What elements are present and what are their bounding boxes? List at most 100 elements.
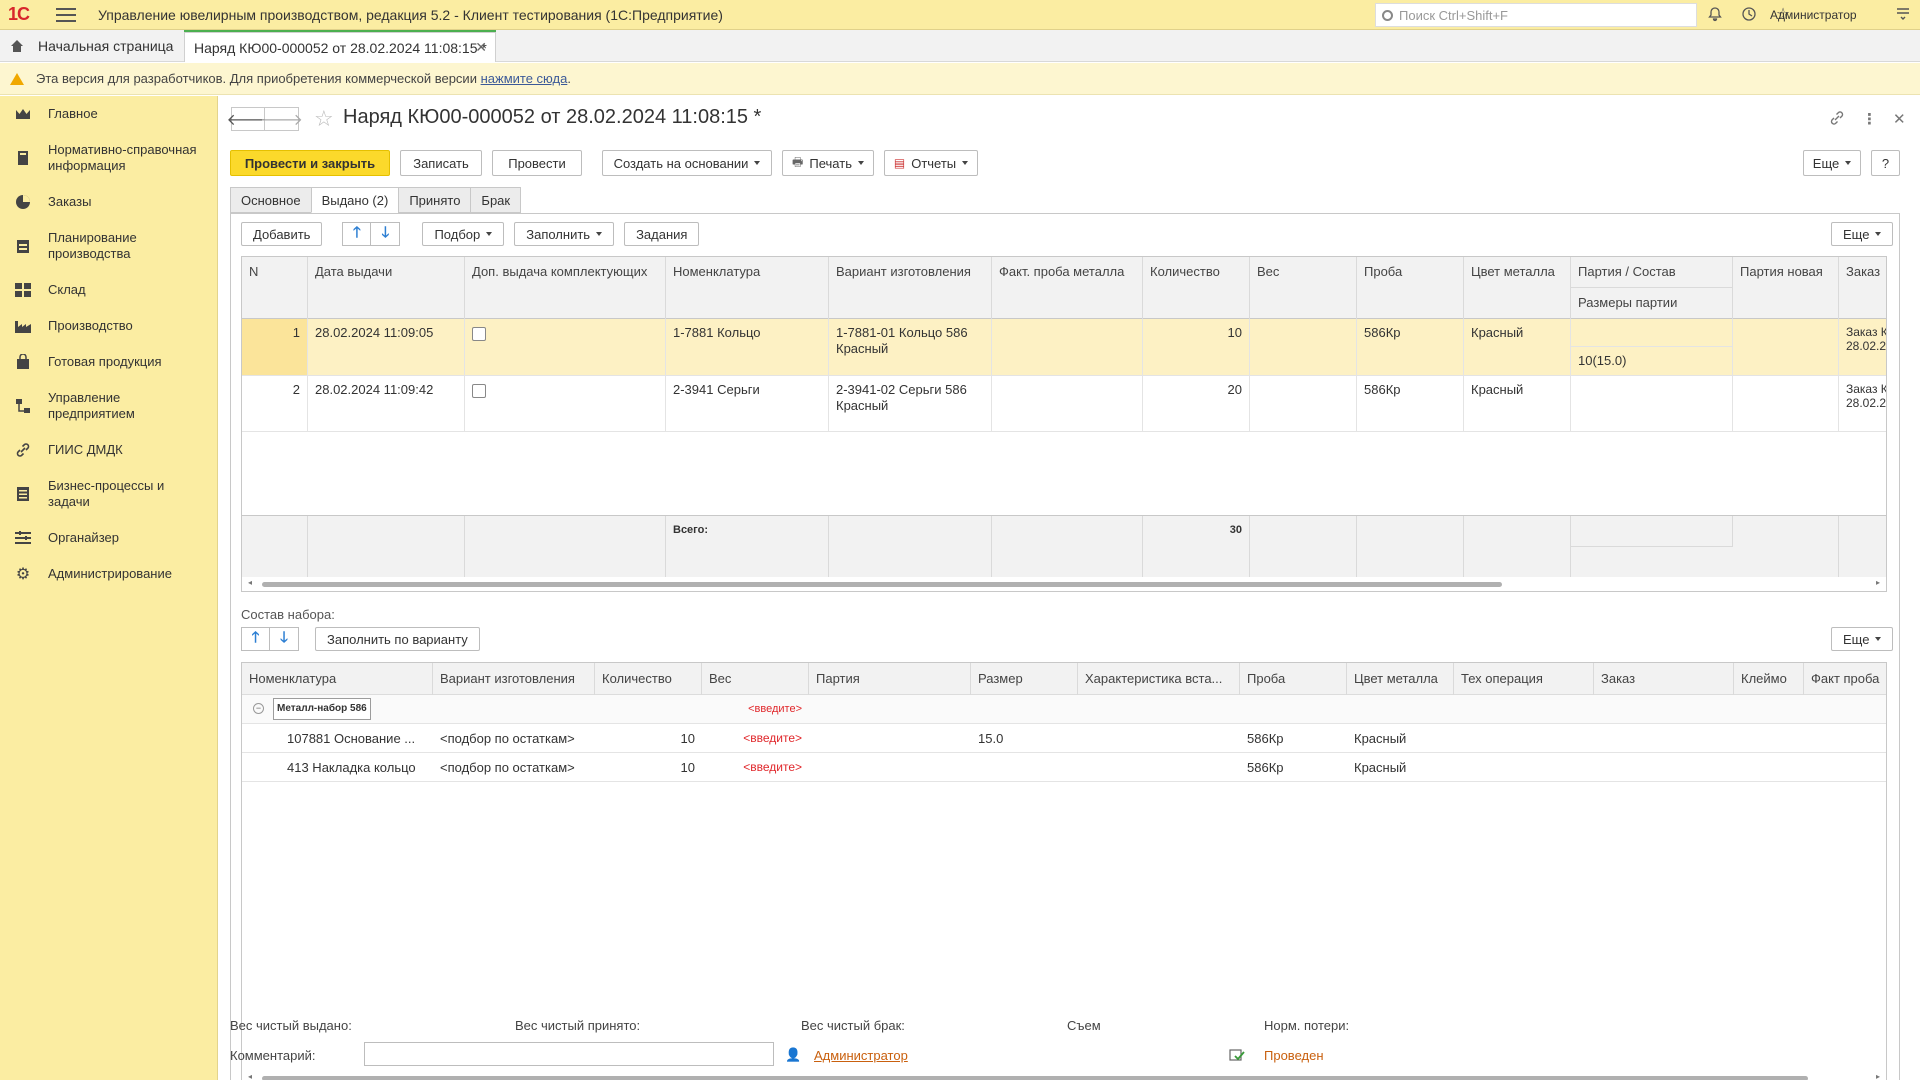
column-header[interactable]: Партия новая (1733, 257, 1839, 319)
horizontal-scrollbar[interactable]: ◂ ▸ (242, 577, 1886, 591)
forward-arrow-icon[interactable]: 🡒 (260, 107, 303, 131)
column-header[interactable]: Характеристика вста... (1078, 663, 1240, 695)
group-row[interactable]: − Металл-набор 586 <введите> (242, 695, 1886, 724)
column-header[interactable]: Дата выдачи (308, 257, 465, 319)
print-button[interactable]: 🖶 Печать (782, 150, 874, 176)
column-header[interactable]: Заказ (1839, 257, 1886, 319)
help-button[interactable]: ? (1871, 150, 1900, 176)
history-icon[interactable] (1740, 6, 1758, 24)
scroll-thumb[interactable] (262, 1076, 1808, 1080)
column-header[interactable]: Проба (1357, 257, 1464, 319)
report-icon: ▤ (893, 156, 906, 170)
menu-icon[interactable] (56, 7, 76, 22)
sidebar-item-main[interactable]: Главное (0, 106, 218, 122)
tab-main[interactable]: Основное (230, 187, 312, 213)
scroll-left-icon[interactable]: ◂ (248, 578, 252, 587)
move-up-icon[interactable]: 🡑 (241, 627, 270, 651)
fill-by-variant-button[interactable]: Заполнить по варианту (315, 627, 480, 651)
list-item[interactable]: 413 Накладка кольцо <подбор по остаткам>… (242, 753, 1886, 782)
more-vertical-icon[interactable]: ⋮ (1862, 110, 1877, 128)
column-header[interactable]: Вес (1250, 257, 1357, 319)
link-icon[interactable] (1829, 110, 1845, 130)
close-icon[interactable]: ✕ (475, 39, 487, 56)
column-header[interactable]: Проба (1240, 663, 1347, 695)
notice-link[interactable]: нажмите сюда (481, 71, 568, 86)
sidebar-item-business-processes[interactable]: Бизнес-процессы и задачи (0, 478, 218, 510)
sidebar-item-orders[interactable]: Заказы (0, 194, 218, 210)
tab-home[interactable]: Начальная страница (0, 30, 173, 62)
pick-button[interactable]: Подбор (422, 222, 505, 246)
column-header[interactable]: Клеймо (1734, 663, 1804, 695)
column-header[interactable]: N (242, 257, 308, 319)
search-input[interactable]: Поиск Ctrl+Shift+F (1375, 3, 1697, 27)
tab-document[interactable]: Наряд КЮ00-000052 от 28.02.2024 11:08:15… (184, 30, 496, 63)
column-header[interactable]: Доп. выдача комплектующих (465, 257, 666, 319)
column-header[interactable]: Вес (702, 663, 809, 695)
component-weight[interactable]: <введите> (702, 724, 809, 752)
save-button[interactable]: Записать (400, 150, 482, 176)
move-up-icon[interactable]: 🡑 (342, 222, 372, 246)
more-button[interactable]: Еще (1803, 150, 1861, 176)
sidebar-item-giis[interactable]: ГИИС ДМДК (0, 442, 218, 458)
settings-menu-icon[interactable] (1894, 6, 1912, 24)
column-header[interactable]: Партия (809, 663, 971, 695)
bell-icon[interactable] (1706, 6, 1724, 24)
column-header[interactable]: Количество (595, 663, 702, 695)
sidebar-item-enterprise[interactable]: Управление предприятием (0, 390, 218, 422)
post-button[interactable]: Провести (492, 150, 582, 176)
table-more-button[interactable]: Еще (1831, 222, 1894, 246)
column-header[interactable]: Факт. проба металла (992, 257, 1143, 319)
sidebar-item-administration[interactable]: ⚙ Администрирование (0, 566, 218, 583)
list-item[interactable]: 107881 Основание ... <подбор по остаткам… (242, 724, 1886, 753)
favorite-star-icon[interactable]: ☆ (314, 106, 334, 132)
fill-button[interactable]: Заполнить (514, 222, 615, 246)
current-user[interactable]: Администратор (1770, 8, 1857, 22)
column-header[interactable]: Номенклатура (666, 257, 829, 319)
add-button[interactable]: Добавить (241, 222, 323, 246)
column-header[interactable]: Вариант изготовления (829, 257, 992, 319)
column-header[interactable]: Номенклатура (242, 663, 433, 695)
table-row[interactable]: 1 28.02.2024 11:09:05 1-7881 Кольцо 1-78… (242, 319, 1886, 376)
tab-issued[interactable]: Выдано (2) (310, 187, 400, 213)
column-header[interactable]: Количество (1143, 257, 1250, 319)
component-weight[interactable]: <введите> (702, 753, 809, 781)
sidebar-item-reference[interactable]: Нормативно-справочная информация (0, 142, 218, 174)
scroll-left-icon[interactable]: ◂ (248, 1072, 252, 1080)
sidebar-item-planning[interactable]: Планирование производства (0, 230, 218, 262)
sidebar-item-finished-goods[interactable]: Готовая продукция (0, 354, 218, 370)
sidebar-item-organizer[interactable]: Органайзер (0, 530, 218, 546)
column-header[interactable]: Вариант изготовления (433, 663, 595, 695)
column-header[interactable]: Цвет металла (1347, 663, 1454, 695)
extra-issue-checkbox[interactable] (472, 327, 486, 341)
column-header[interactable]: Цвет металла (1464, 257, 1571, 319)
comment-input[interactable] (364, 1042, 774, 1066)
tab-received[interactable]: Принято (398, 187, 472, 213)
group-weight[interactable]: <введите> (702, 695, 809, 723)
scroll-right-icon[interactable]: ▸ (1876, 1072, 1880, 1080)
tasks-button[interactable]: Задания (624, 222, 700, 246)
column-header[interactable]: Размер (971, 663, 1078, 695)
horizontal-scrollbar[interactable]: ◂ ▸ (242, 1071, 1886, 1080)
sidebar-item-warehouse[interactable]: Склад (0, 282, 218, 298)
chevron-down-icon (486, 232, 493, 236)
collapse-icon[interactable]: − (253, 703, 264, 714)
table-row[interactable]: 2 28.02.2024 11:09:42 2-3941 Серьги 2-39… (242, 376, 1886, 432)
column-header[interactable]: Размеры партии (1571, 288, 1733, 319)
column-header[interactable]: Факт проба (1804, 663, 1886, 695)
scroll-right-icon[interactable]: ▸ (1876, 578, 1880, 587)
extra-issue-checkbox[interactable] (472, 384, 486, 398)
column-header[interactable]: Тех операция (1454, 663, 1594, 695)
reports-button[interactable]: ▤ Отчеты (884, 150, 978, 176)
move-down-icon[interactable]: 🡓 (371, 222, 401, 246)
column-header[interactable]: Партия / Состав (1571, 257, 1733, 288)
set-more-button[interactable]: Еще (1831, 627, 1894, 651)
create-based-on-button[interactable]: Создать на основании (602, 150, 772, 176)
close-window-icon[interactable]: ✕ (1893, 110, 1906, 128)
post-and-close-button[interactable]: Провести и закрыть (230, 150, 390, 176)
move-down-icon[interactable]: 🡓 (270, 627, 299, 651)
column-header[interactable]: Заказ (1594, 663, 1734, 695)
scroll-thumb[interactable] (262, 582, 1502, 587)
tab-defect[interactable]: Брак (470, 187, 522, 213)
author-link[interactable]: Администратор (814, 1048, 908, 1063)
sidebar-item-production[interactable]: Производство (0, 318, 218, 334)
